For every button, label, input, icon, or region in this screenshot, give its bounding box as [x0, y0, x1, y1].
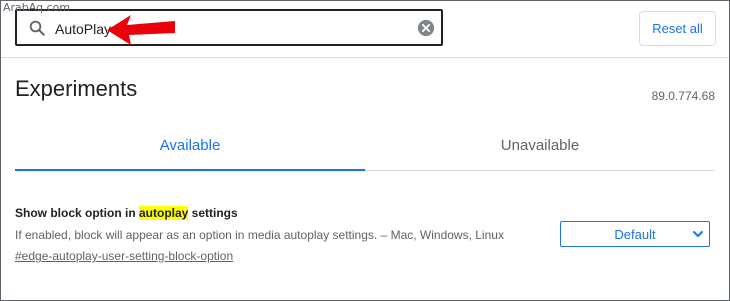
reset-all-button[interactable]: Reset all	[639, 11, 716, 46]
tab-available[interactable]: Available	[15, 120, 365, 171]
search-highlight: autoplay	[139, 206, 189, 220]
page-title: Experiments	[15, 76, 138, 101]
version-label: 89.0.774.68	[651, 89, 715, 103]
experiment-title-prefix: Show block option in	[15, 206, 139, 220]
search-input[interactable]: AutoPlay	[15, 9, 443, 46]
clear-icon[interactable]	[417, 19, 435, 37]
tab-unavailable[interactable]: Unavailable	[365, 120, 715, 170]
experiment-link[interactable]: #edge-autoplay-user-setting-block-option	[15, 248, 233, 264]
select-value: Default	[614, 226, 656, 242]
chevron-down-icon	[693, 231, 703, 237]
watermark: ArabAq.com	[3, 1, 71, 14]
tab-bar: Available Unavailable	[15, 120, 715, 171]
search-query: AutoPlay	[55, 21, 112, 37]
experiment-state-select[interactable]: Default	[560, 221, 710, 247]
experiment-title-suffix: settings	[188, 206, 238, 220]
search-icon	[29, 20, 45, 36]
experiment-title: Show block option in autoplay settings	[15, 205, 715, 221]
top-bar: AutoPlay Reset all	[1, 1, 729, 58]
